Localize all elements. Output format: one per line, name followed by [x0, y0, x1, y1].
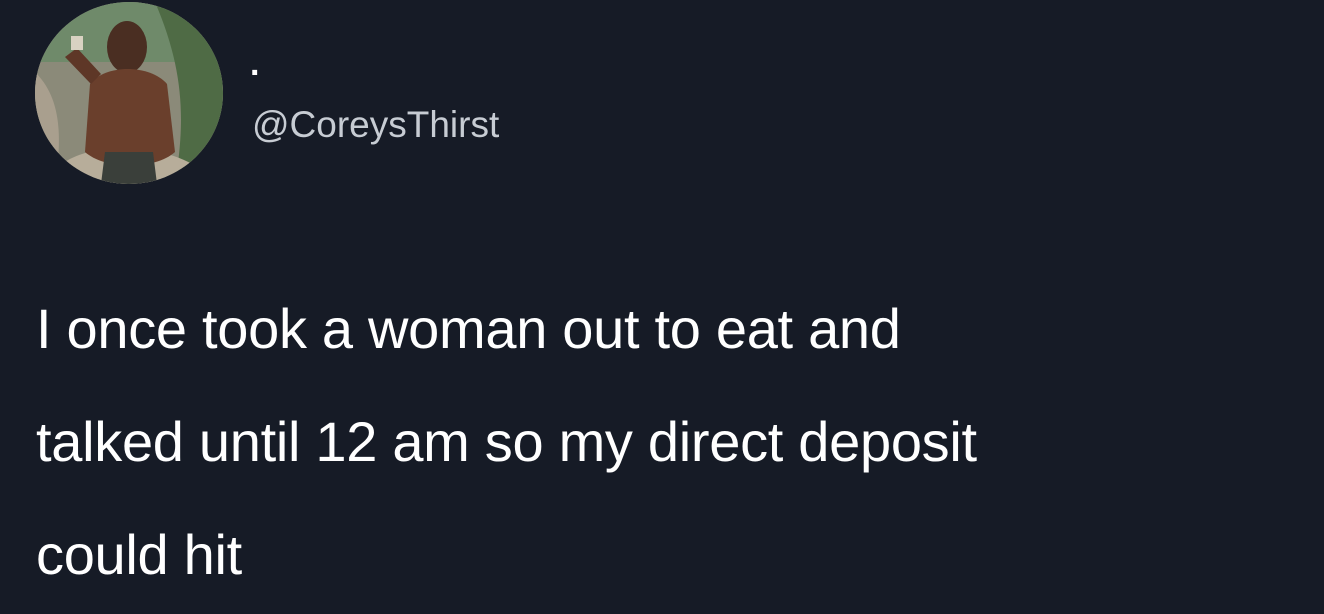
tweet-text-line: talked until 12 am so my direct deposit [36, 410, 977, 473]
tweet-text: I once took a woman out to eat and talke… [36, 272, 1296, 611]
tweet-text-line: could hit [36, 523, 242, 586]
tweet-text-line: I once took a woman out to eat and [36, 297, 901, 360]
tweet-card: . @CoreysThirst I once took a woman out … [0, 0, 1324, 614]
author-display-name[interactable]: . [250, 44, 259, 84]
profile-photo-icon [35, 2, 223, 184]
avatar[interactable] [35, 2, 223, 184]
author-handle[interactable]: @CoreysThirst [252, 103, 499, 147]
